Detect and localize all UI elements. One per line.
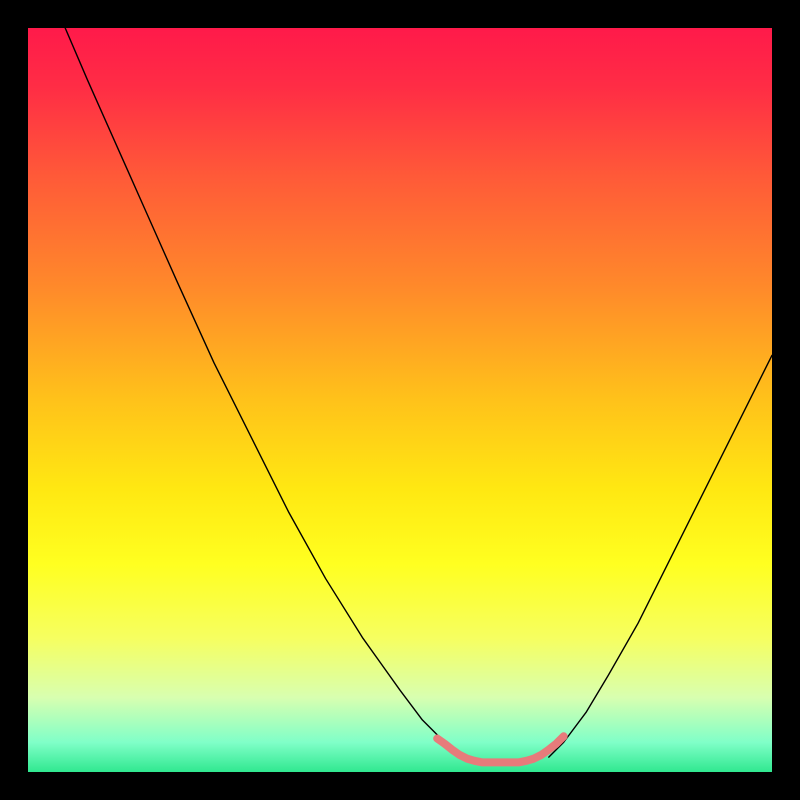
chart-background — [28, 28, 772, 772]
watermark-text: TheBottleneck.com — [592, 4, 780, 30]
chart-svg — [28, 28, 772, 772]
chart-plot-area — [28, 28, 772, 772]
